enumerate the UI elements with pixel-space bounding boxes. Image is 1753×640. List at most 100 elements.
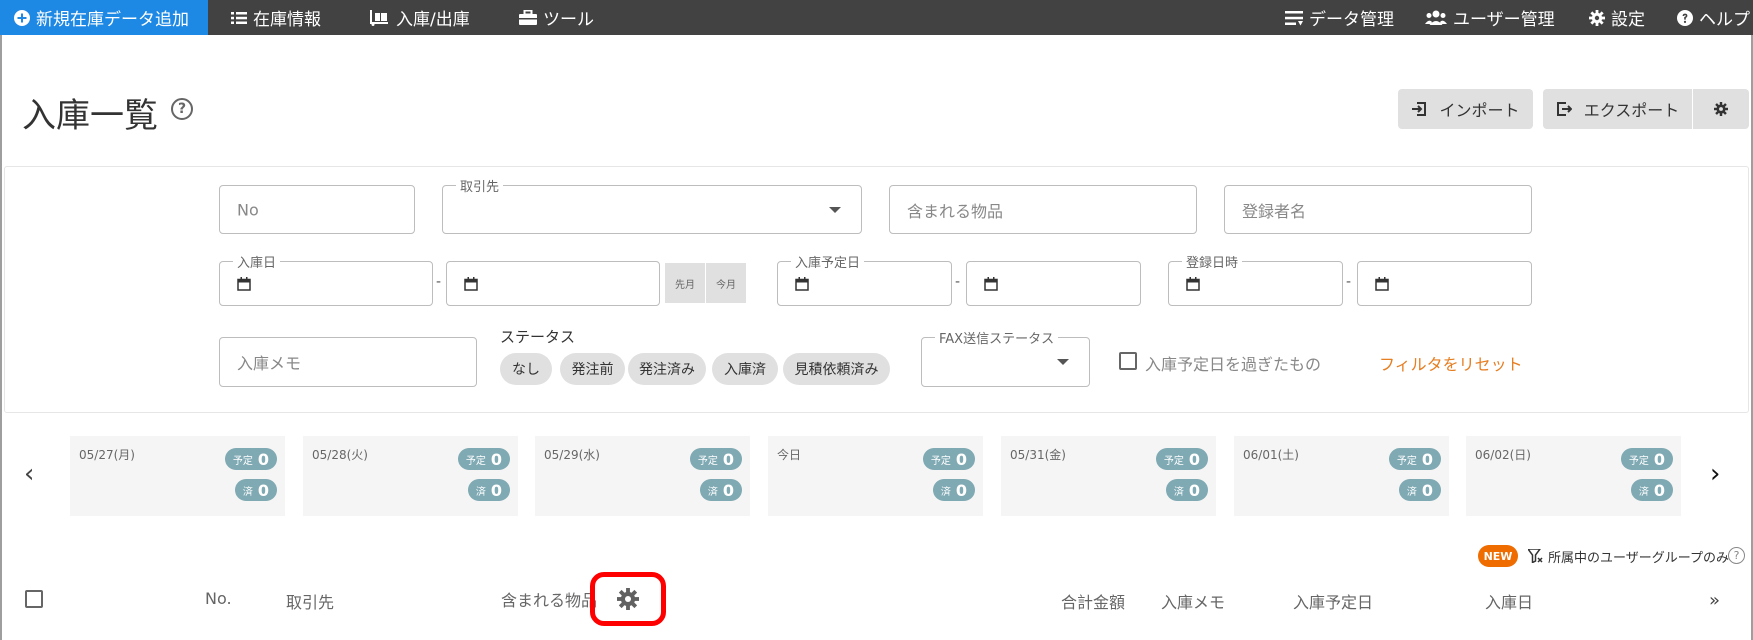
planned-badge: 予定 0 xyxy=(922,448,975,470)
new-badge: NEW xyxy=(1478,545,1518,567)
planned-label: 予定 xyxy=(232,455,253,467)
no-placeholder: No xyxy=(237,200,259,219)
column-header-received[interactable]: 入庫日 xyxy=(1485,589,1533,613)
nav-user-management[interactable]: ユーザー管理 xyxy=(1425,0,1555,35)
done-badge: 済0 xyxy=(932,479,975,501)
day-card[interactable]: 06/01(土) 予定 0 済0 xyxy=(1234,436,1449,516)
import-button[interactable]: インポート xyxy=(1398,89,1533,129)
day-card[interactable]: 05/31(金) 予定 0 済0 xyxy=(1001,436,1216,516)
registrant-field[interactable]: 登録者名 xyxy=(1224,185,1532,234)
done-count: 0 xyxy=(722,480,734,500)
data-lines-icon xyxy=(1285,10,1303,25)
scheduled-date-from[interactable]: 入庫予定日 xyxy=(777,252,952,306)
status-chip-pre-order[interactable]: 発注前 xyxy=(560,353,625,385)
group-filter-help-symbol: ? xyxy=(1733,549,1740,562)
new-stock-button[interactable]: 新規在庫データ追加 xyxy=(0,0,208,35)
status-chip-ordered[interactable]: 発注済み xyxy=(628,353,706,385)
column-header-no[interactable]: No. xyxy=(205,589,232,608)
nav-tools[interactable]: ツール xyxy=(519,0,594,35)
done-badge: 済0 xyxy=(234,479,277,501)
items-column-settings-highlight[interactable] xyxy=(590,572,666,626)
column-header-total[interactable]: 合計金額 xyxy=(1061,589,1125,613)
planned-label: 予定 xyxy=(1396,455,1417,467)
items-field[interactable]: 含まれる物品 xyxy=(889,185,1197,234)
toolbox-icon xyxy=(519,10,537,25)
nav-user-management-label: ユーザー管理 xyxy=(1453,10,1555,30)
scheduled-date-to[interactable] xyxy=(966,261,1141,306)
overdue-checkbox[interactable] xyxy=(1119,352,1137,370)
users-icon xyxy=(1425,10,1447,25)
calendar-icon xyxy=(464,276,478,291)
day-date: 今日 xyxy=(777,448,802,462)
last-month-button[interactable]: 先月 xyxy=(665,263,705,303)
title-help-symbol: ? xyxy=(177,101,187,117)
received-date-from[interactable]: 入庫日 xyxy=(219,252,433,306)
day-card[interactable]: 06/02(日) 予定 0 済0 xyxy=(1466,436,1681,516)
scheduled-date-dash: - xyxy=(955,274,961,290)
column-header-scheduled[interactable]: 入庫予定日 xyxy=(1293,589,1373,613)
done-label: 済 xyxy=(1406,486,1417,498)
question-circle-icon xyxy=(1677,9,1693,26)
day-card-today[interactable]: 今日 予定 0 済0 xyxy=(768,436,983,516)
export-button[interactable]: エクスポート xyxy=(1543,89,1692,129)
registered-at-to[interactable] xyxy=(1357,261,1532,306)
day-date: 05/28(火) xyxy=(312,448,368,462)
nav-stock-info[interactable]: 在庫情報 xyxy=(231,0,321,35)
group-filter-help-icon[interactable]: ? xyxy=(1728,547,1745,564)
caret-down-icon xyxy=(829,206,841,213)
planned-label: 予定 xyxy=(1163,455,1184,467)
status-chip-quote-requested[interactable]: 見積依頼済み xyxy=(783,353,890,385)
nav-help[interactable]: ヘルプ xyxy=(1677,0,1750,35)
no-field[interactable]: No xyxy=(219,185,415,234)
list-settings-button[interactable] xyxy=(1693,89,1749,129)
select-all-checkbox[interactable] xyxy=(25,590,43,608)
planned-label: 予定 xyxy=(1628,455,1649,467)
nav-tools-label: ツール xyxy=(543,10,594,30)
done-badge: 済0 xyxy=(467,479,510,501)
planned-badge: 予定 0 xyxy=(689,448,742,470)
done-badge: 済0 xyxy=(1630,479,1673,501)
done-badge: 済0 xyxy=(1165,479,1208,501)
column-header-supplier[interactable]: 取引先 xyxy=(286,589,334,613)
planned-badge: 予定 0 xyxy=(224,448,277,470)
planned-label: 予定 xyxy=(697,455,718,467)
chevron-right-icon[interactable]: › xyxy=(1710,459,1720,489)
done-badge: 済0 xyxy=(699,479,742,501)
registered-at-from[interactable]: 登録日時 xyxy=(1168,252,1343,306)
reset-filters-link[interactable]: フィルタをリセット xyxy=(1379,351,1523,375)
day-card[interactable]: 05/29(水) 予定 0 済0 xyxy=(535,436,750,516)
nav-in-out[interactable]: 入庫/出庫 xyxy=(370,0,470,35)
planned-count: 0 xyxy=(722,449,734,469)
done-label: 済 xyxy=(1173,486,1184,498)
done-count: 0 xyxy=(1653,480,1665,500)
planned-badge: 予定 0 xyxy=(1620,448,1673,470)
column-header-items[interactable]: 含まれる物品 xyxy=(501,587,597,611)
registrant-placeholder: 登録者名 xyxy=(1242,201,1307,221)
double-chevron-down-icon[interactable]: » xyxy=(1709,590,1720,611)
memo-field[interactable]: 入庫メモ xyxy=(219,337,477,387)
nav-settings[interactable]: 設定 xyxy=(1589,0,1645,35)
title-help-icon[interactable]: ? xyxy=(171,98,193,120)
supplier-select[interactable]: 取引先 xyxy=(442,176,862,234)
list-icon xyxy=(231,11,247,24)
day-card[interactable]: 05/27(月) 予定 0 済0 xyxy=(70,436,285,516)
calendar-icon xyxy=(237,276,251,291)
done-label: 済 xyxy=(475,486,486,498)
chevron-left-icon[interactable]: ‹ xyxy=(24,459,34,489)
planned-count: 0 xyxy=(1188,449,1200,469)
fax-status-label: FAX送信ステータス xyxy=(935,328,1059,347)
received-date-to[interactable] xyxy=(446,261,660,306)
status-chip-received[interactable]: 入庫済 xyxy=(712,353,778,385)
status-chip-none[interactable]: なし xyxy=(500,353,552,385)
day-card[interactable]: 05/28(火) 予定 0 済0 xyxy=(303,436,518,516)
scheduled-date-label: 入庫予定日 xyxy=(791,252,865,271)
nav-data-management-label: データ管理 xyxy=(1309,10,1394,30)
fax-status-select[interactable]: FAX送信ステータス xyxy=(921,328,1090,387)
nav-in-out-label: 入庫/出庫 xyxy=(396,10,470,30)
column-header-memo[interactable]: 入庫メモ xyxy=(1161,589,1225,613)
planned-badge: 予定 0 xyxy=(457,448,510,470)
nav-data-management[interactable]: データ管理 xyxy=(1285,0,1394,35)
group-filter-toggle[interactable]: 所属中のユーザーグループのみ xyxy=(1528,545,1729,567)
gear-icon xyxy=(617,588,639,610)
this-month-button[interactable]: 今月 xyxy=(706,263,746,303)
